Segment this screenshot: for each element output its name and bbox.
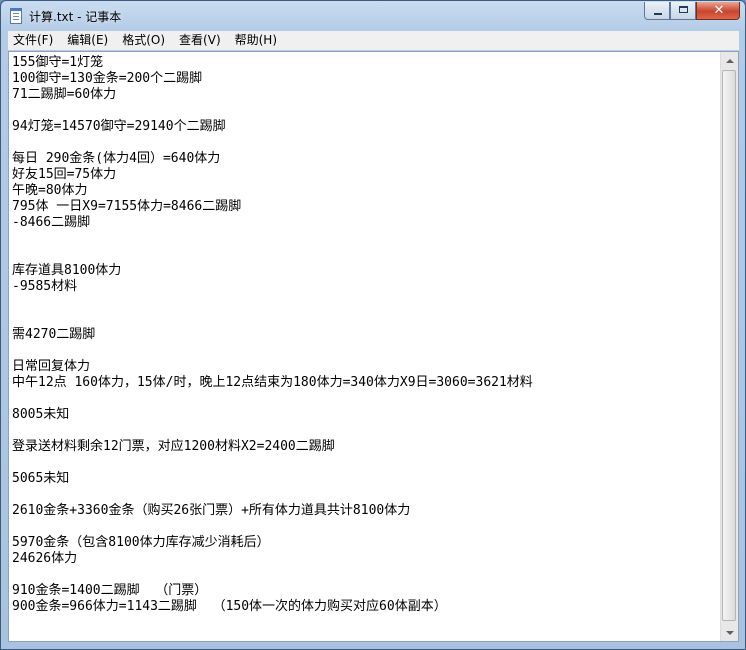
notepad-icon[interactable] <box>10 8 22 24</box>
minimize-icon <box>654 13 662 15</box>
caption-buttons: ✕ <box>644 2 740 21</box>
close-icon: ✕ <box>713 3 725 18</box>
menu-edit[interactable]: 编辑(E) <box>61 31 114 50</box>
notepad-window: 计算.txt - 记事本 ✕ 文件(F) 编辑(E) 格式(O) 查看(V) 帮… <box>0 0 746 650</box>
editor-area[interactable]: 155御守=1灯笼 100御守=130金条=200个二踢脚 71二踢脚=60体力… <box>8 51 739 642</box>
scrollbar-thumb[interactable] <box>722 70 736 621</box>
menu-file[interactable]: 文件(F) <box>8 31 59 50</box>
menu-format[interactable]: 格式(O) <box>116 31 171 50</box>
scroll-down-arrow-icon <box>725 630 734 635</box>
menu-bar: 文件(F) 编辑(E) 格式(O) 查看(V) 帮助(H) <box>8 31 739 50</box>
close-button[interactable]: ✕ <box>696 2 740 20</box>
scroll-down-button[interactable] <box>721 624 738 641</box>
document-text[interactable]: 155御守=1灯笼 100御守=130金条=200个二踢脚 71二踢脚=60体力… <box>12 55 719 638</box>
vertical-scrollbar[interactable] <box>720 52 738 641</box>
scroll-up-button[interactable] <box>721 52 738 69</box>
minimize-button[interactable] <box>644 2 670 20</box>
maximize-icon <box>679 6 688 13</box>
window-title: 计算.txt - 记事本 <box>29 10 122 24</box>
menu-view[interactable]: 查看(V) <box>173 31 227 50</box>
menu-help[interactable]: 帮助(H) <box>229 31 283 50</box>
scroll-up-arrow-icon <box>725 58 734 63</box>
title-bar[interactable]: 计算.txt - 记事本 ✕ <box>1 1 745 31</box>
maximize-button[interactable] <box>670 2 696 20</box>
